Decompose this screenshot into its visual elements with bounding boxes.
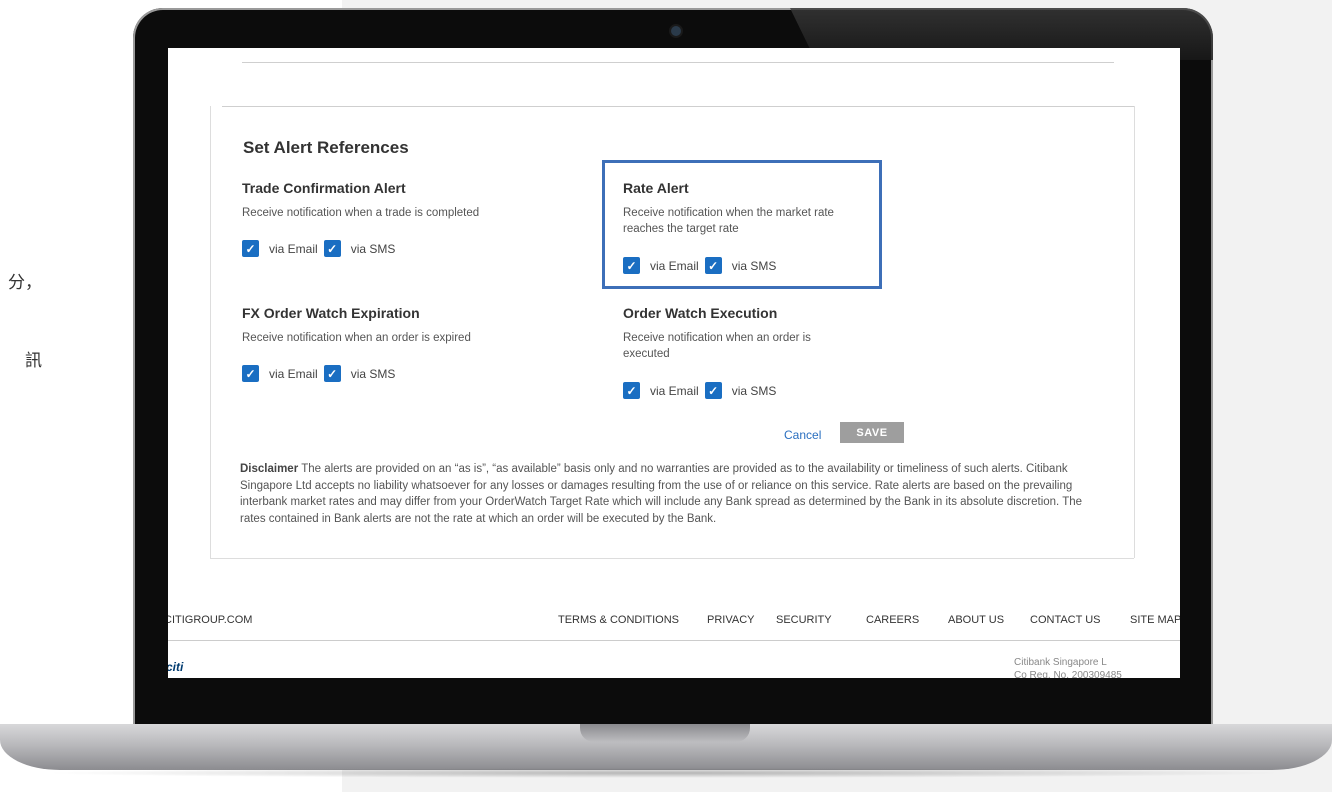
sms-option-label: via SMS bbox=[350, 241, 396, 256]
panel-border bbox=[210, 106, 211, 558]
side-caption-line-1: 分， bbox=[8, 273, 42, 293]
email-option-label: via Email bbox=[269, 366, 318, 381]
copyright-text: Citibank Singapore L Co Reg. No. 2003094… bbox=[1014, 656, 1180, 678]
panel-border bbox=[210, 558, 1134, 559]
disclaimer: Disclaimer The alerts are provided on an… bbox=[240, 461, 1108, 527]
order-watch-execution-options: ✓ via Email ✓ via SMS bbox=[623, 382, 776, 399]
footer-link-careers[interactable]: CAREERS bbox=[866, 614, 919, 626]
rate-alert-description: Receive notification when the market rat… bbox=[623, 207, 834, 235]
laptop-screen: Set Alert References Trade Confirmation … bbox=[168, 48, 1180, 678]
fx-expiration-sms-checkbox[interactable]: ✓ bbox=[323, 365, 341, 382]
footer-link-about-us[interactable]: ABOUT US bbox=[948, 614, 1004, 626]
copyright-line-1: Citibank Singapore L bbox=[1014, 657, 1107, 668]
footer-link-citigroup[interactable]: CITIGROUP.COM bbox=[168, 614, 252, 626]
fx-order-watch-expiration-options: ✓ via Email ✓ via SMS bbox=[242, 365, 395, 382]
citi-logo: citi bbox=[168, 660, 184, 674]
footer-link-site-map[interactable]: SITE MAP bbox=[1130, 614, 1180, 626]
rate-alert-sms-checkbox[interactable]: ✓ bbox=[704, 257, 722, 274]
side-caption: 分， 訊 bbox=[0, 218, 42, 400]
fx-expiration-email-checkbox[interactable]: ✓ bbox=[242, 365, 259, 382]
trade-confirmation-email-checkbox[interactable]: ✓ bbox=[242, 240, 259, 257]
order-watch-execution-title: Order Watch Execution bbox=[623, 305, 778, 321]
disclaimer-text: The alerts are provided on an “as is”, “… bbox=[240, 463, 1083, 525]
webcam-icon bbox=[669, 24, 683, 38]
footer-link-privacy[interactable]: PRIVACY bbox=[707, 614, 754, 626]
footer-link-terms[interactable]: TERMS & CONDITIONS bbox=[558, 614, 679, 626]
trade-confirmation-alert-description: Receive notification when a trade is com… bbox=[242, 207, 480, 219]
email-option-label: via Email bbox=[650, 383, 699, 398]
footer-link-contact-us[interactable]: CONTACT US bbox=[1030, 614, 1101, 626]
footer-divider bbox=[168, 640, 1180, 641]
side-caption-line-2: 訊 bbox=[25, 351, 42, 371]
sms-option-label: via SMS bbox=[731, 383, 777, 398]
laptop-base-notch bbox=[580, 724, 750, 742]
rate-alert-email-checkbox[interactable]: ✓ bbox=[623, 257, 640, 274]
sms-option-label: via SMS bbox=[350, 366, 396, 381]
divider bbox=[222, 106, 1134, 107]
divider bbox=[242, 62, 1114, 63]
trade-confirmation-alert-options: ✓ via Email ✓ via SMS bbox=[242, 240, 395, 257]
laptop-shadow bbox=[40, 768, 1292, 778]
cancel-link[interactable]: Cancel bbox=[784, 428, 821, 442]
email-option-label: via Email bbox=[269, 241, 318, 256]
section-title: Set Alert References bbox=[243, 138, 409, 157]
rate-alert-title: Rate Alert bbox=[623, 180, 689, 196]
copyright-line-2: Co Reg. No. 200309485 bbox=[1014, 670, 1122, 678]
sms-option-label: via SMS bbox=[731, 258, 777, 273]
trade-confirmation-sms-checkbox[interactable]: ✓ bbox=[323, 240, 341, 257]
order-execution-email-checkbox[interactable]: ✓ bbox=[623, 382, 640, 399]
rate-alert-options: ✓ via Email ✓ via SMS bbox=[623, 257, 776, 274]
footer-link-security[interactable]: SECURITY bbox=[776, 614, 832, 626]
order-watch-execution-description: Receive notification when an order is ex… bbox=[623, 332, 811, 360]
email-option-label: via Email bbox=[650, 258, 699, 273]
fx-order-watch-expiration-description: Receive notification when an order is ex… bbox=[242, 332, 471, 344]
order-execution-sms-checkbox[interactable]: ✓ bbox=[704, 382, 722, 399]
disclaimer-label: Disclaimer bbox=[240, 463, 299, 475]
trade-confirmation-alert-title: Trade Confirmation Alert bbox=[242, 180, 406, 196]
save-button[interactable]: SAVE bbox=[840, 422, 904, 443]
footer-links: CITIGROUP.COM TERMS & CONDITIONS PRIVACY… bbox=[168, 614, 1180, 630]
panel-border bbox=[1134, 106, 1135, 558]
fx-order-watch-expiration-title: FX Order Watch Expiration bbox=[242, 305, 420, 321]
